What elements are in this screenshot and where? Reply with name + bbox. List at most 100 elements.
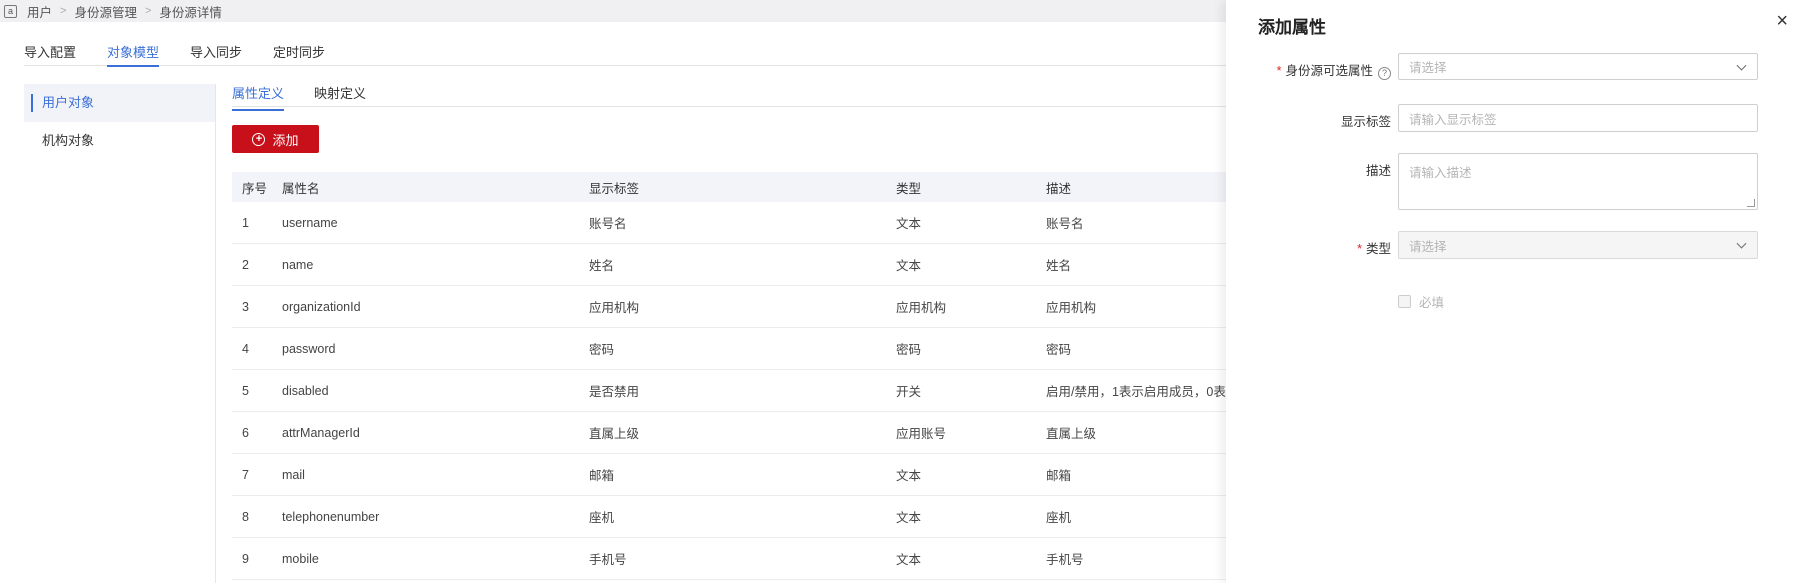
- row-description: 账号名: [1046, 217, 1084, 231]
- row-display-label: 姓名: [589, 259, 615, 273]
- header-attr-name: 属性名: [282, 181, 320, 196]
- row-index: 4: [242, 341, 249, 356]
- table-row[interactable]: 7 mail 邮箱 文本 邮箱: [232, 454, 1232, 496]
- row-description: 应用机构: [1046, 301, 1097, 315]
- type-label: * 类型: [1266, 238, 1391, 257]
- row-description: 邮箱: [1046, 469, 1072, 483]
- table-row[interactable]: 3 organizationId 应用机构 应用机构 应用机构: [232, 286, 1232, 328]
- row-index: 6: [242, 425, 249, 440]
- row-description: 直属上级: [1046, 427, 1097, 441]
- row-index: 1: [242, 215, 249, 230]
- row-attr-name: telephonenumber: [282, 509, 380, 524]
- display-label-label: 显示标签: [1340, 115, 1391, 129]
- table-row[interactable]: 6 attrManagerId 直属上级 应用账号 直属上级: [232, 412, 1232, 454]
- table-row[interactable]: 8 telephonenumber 座机 文本 座机: [232, 496, 1232, 538]
- tab-attribute-definition[interactable]: 属性定义: [232, 85, 285, 111]
- row-type: 应用账号: [896, 427, 947, 441]
- checkbox-icon[interactable]: [1398, 295, 1411, 308]
- row-attr-name: attrManagerId: [282, 425, 360, 440]
- home-box-icon[interactable]: a: [4, 4, 17, 18]
- type-select[interactable]: 请选择: [1398, 231, 1758, 259]
- menu-item-org-object[interactable]: 机构对象: [24, 122, 215, 160]
- chevron-down-icon: [1736, 238, 1747, 249]
- row-display-label: 座机: [589, 511, 615, 525]
- tab-import-sync[interactable]: 导入同步: [190, 44, 242, 66]
- drawer-title: 添加属性: [1258, 18, 1326, 37]
- source-attr-label: * 身份源可选属性?: [1266, 60, 1391, 80]
- row-display-label: 密码: [589, 343, 615, 357]
- tab-scheduled-sync[interactable]: 定时同步: [273, 44, 325, 66]
- row-index: 7: [242, 467, 249, 482]
- table-row[interactable]: 2 name 姓名 文本 姓名: [232, 244, 1232, 286]
- row-attr-name: username: [282, 215, 338, 230]
- header-type: 类型: [896, 181, 922, 196]
- row-index: 5: [242, 383, 249, 398]
- source-attr-select[interactable]: 请选择: [1398, 53, 1758, 80]
- breadcrumb-item-source-detail: 身份源详情: [159, 5, 222, 20]
- row-display-label: 直属上级: [589, 427, 640, 441]
- plus-circle-icon: +: [252, 132, 266, 146]
- row-display-label: 手机号: [589, 553, 627, 567]
- table-body: 1 username 账号名 文本 账号名 2 name 姓名 文本 姓名 3 organizatio…: [232, 202, 1232, 580]
- header-display-label: 显示标签: [589, 181, 640, 196]
- top-tabs: 导入配置 对象模型 导入同步 定时同步: [24, 44, 1234, 67]
- type-label-text: 类型: [1365, 242, 1391, 256]
- row-index: 2: [242, 257, 249, 272]
- row-attr-name: mobile: [282, 551, 319, 566]
- table-row[interactable]: 4 password 密码 密码 密码: [232, 328, 1232, 370]
- row-type: 文本: [896, 217, 922, 231]
- source-attr-label-text: 身份源可选属性: [1285, 64, 1373, 78]
- table-row[interactable]: 9 mobile 手机号 文本 手机号: [232, 538, 1232, 580]
- add-button[interactable]: + 添加: [232, 125, 319, 153]
- sub-tabs: 属性定义 映射定义: [232, 85, 1232, 111]
- resize-handle-icon[interactable]: [1747, 199, 1755, 207]
- row-index: 3: [242, 299, 249, 314]
- row-attr-name: disabled: [282, 383, 329, 398]
- object-menu: 用户对象 机构对象: [24, 84, 216, 583]
- row-description: 姓名: [1046, 259, 1072, 273]
- tab-object-model[interactable]: 对象模型: [107, 44, 160, 67]
- tab-import-config[interactable]: 导入配置: [24, 44, 76, 66]
- close-icon[interactable]: ×: [1776, 11, 1788, 31]
- add-button-label: 添加: [272, 132, 299, 148]
- row-description: 座机: [1046, 511, 1072, 525]
- row-type: 密码: [896, 343, 922, 357]
- help-icon[interactable]: ?: [1378, 66, 1391, 80]
- display-label-input[interactable]: 请输入显示标签: [1398, 104, 1758, 132]
- description-placeholder: 请输入描述: [1409, 166, 1472, 180]
- row-type: 文本: [896, 553, 922, 567]
- row-type: 文本: [896, 259, 922, 273]
- description-label: 描述: [1365, 164, 1391, 178]
- row-attr-name: organizationId: [282, 299, 361, 314]
- required-mark: *: [1357, 242, 1362, 256]
- breadcrumb-item-source-mgmt[interactable]: 身份源管理: [74, 2, 137, 21]
- display-label-placeholder: 请输入显示标签: [1409, 112, 1497, 127]
- attribute-table: 序号 属性名 显示标签 类型 描述 1 username 账号名 文本 账号名 2 name…: [232, 172, 1232, 580]
- header-index: 序号: [242, 181, 268, 196]
- table-row[interactable]: 5 disabled 是否禁用 开关 启用/禁用，1表示启用成员，0表: [232, 370, 1232, 412]
- table-header: 序号 属性名 显示标签 类型 描述: [232, 172, 1232, 202]
- row-index: 9: [242, 551, 249, 566]
- row-type: 开关: [896, 385, 922, 399]
- chevron-right-icon: >: [60, 5, 67, 17]
- chevron-down-icon: [1736, 60, 1747, 71]
- row-attr-name: password: [282, 341, 336, 356]
- row-display-label: 邮箱: [589, 469, 615, 483]
- row-display-label: 账号名: [589, 217, 627, 231]
- breadcrumb-item-users[interactable]: 用户: [27, 2, 52, 21]
- add-attribute-drawer: 添加属性 × * 身份源可选属性? 请选择 显示标签 请输入显示标签 描述 请输入…: [1226, 0, 1814, 583]
- menu-item-user-object[interactable]: 用户对象: [24, 84, 215, 122]
- row-description: 手机号: [1046, 553, 1084, 567]
- source-attr-placeholder: 请选择: [1409, 61, 1447, 75]
- row-display-label: 应用机构: [589, 301, 640, 315]
- row-type: 应用机构: [896, 301, 947, 315]
- type-placeholder: 请选择: [1409, 239, 1447, 254]
- table-row[interactable]: 1 username 账号名 文本 账号名: [232, 202, 1232, 244]
- tab-mapping-definition[interactable]: 映射定义: [314, 85, 366, 106]
- row-description: 密码: [1046, 343, 1072, 357]
- row-attr-name: name: [282, 257, 314, 272]
- required-checkbox[interactable]: 必填: [1398, 292, 1444, 311]
- required-checkbox-label: 必填: [1419, 296, 1445, 310]
- description-textarea[interactable]: 请输入描述: [1398, 153, 1758, 210]
- row-type: 文本: [896, 469, 922, 483]
